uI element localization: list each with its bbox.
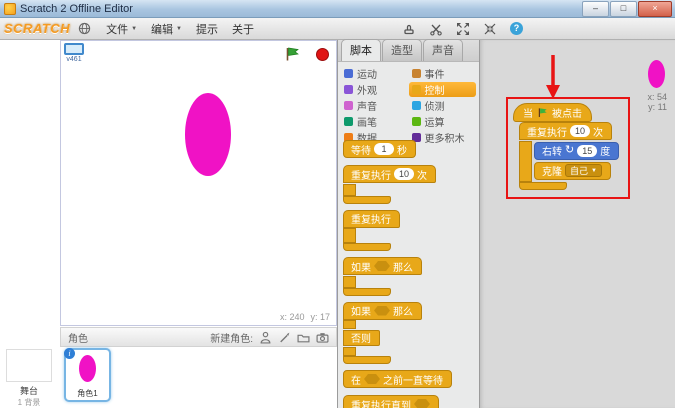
wait-value-input[interactable]: 1 (374, 143, 394, 155)
toolbar: ? (401, 21, 524, 36)
when-flag-clicked-block[interactable]: 当 被点击 (513, 103, 592, 122)
sprite-info-button[interactable]: i (64, 348, 75, 359)
scratch-logo: SCRATCH (4, 21, 70, 36)
category-motion[interactable]: 运动 (341, 66, 409, 81)
category-control[interactable]: 控制 (409, 82, 477, 97)
sprite-x-label: x: 54 (647, 92, 667, 102)
repeat-block[interactable]: 重复执行 10 次 (343, 165, 476, 204)
stage-thumbnail-image (6, 349, 52, 382)
menubar: SCRATCH 文件 ▼ 编辑 ▼ 提示 关于 (0, 18, 675, 40)
script-pane[interactable]: x: 54 y: 11 当 被点击 重复执行 10 (480, 40, 675, 408)
tab-bar: 脚本 造型 声音 (338, 40, 479, 62)
sprite-pane-header: 角色 新建角色: (60, 327, 337, 347)
sound-swatch-icon (344, 101, 353, 110)
tab-sounds[interactable]: 声音 (423, 39, 463, 61)
maximize-button[interactable]: □ (610, 1, 637, 17)
category-sensing[interactable]: 侦测 (409, 98, 477, 113)
menu-about[interactable]: 关于 (225, 19, 261, 39)
chevron-down-icon: ▼ (591, 168, 597, 174)
motion-swatch-icon (344, 69, 353, 78)
menu-file[interactable]: 文件 ▼ (99, 19, 144, 39)
condition-input[interactable] (414, 399, 430, 408)
mouse-position: x: 240 y: 17 (280, 312, 330, 322)
sprite-y-label: y: 11 (648, 102, 667, 112)
palette-panel: 脚本 造型 声音 运动 事件 外观 控制 声音 侦测 (337, 40, 480, 408)
category-looks[interactable]: 外观 (341, 82, 409, 97)
window-title: Scratch 2 Offline Editor (20, 3, 133, 15)
category-events[interactable]: 事件 (409, 66, 477, 81)
if-else-block[interactable]: 如果 那么 否则 (343, 302, 476, 365)
stage-thumbnail-title: 舞台 (0, 384, 58, 397)
sprites-header-label: 角色 (68, 330, 88, 345)
clone-block[interactable]: 克隆 自己 ▼ (534, 162, 611, 180)
chevron-down-icon: ▼ (131, 26, 137, 32)
annotation-arrow-icon (542, 54, 564, 100)
category-pen[interactable]: 画笔 (341, 114, 409, 129)
close-button[interactable]: × (638, 1, 672, 17)
new-sprite-label: 新建角色: (210, 330, 253, 345)
category-list: 运动 事件 外观 控制 声音 侦测 画笔 运算 (338, 62, 479, 147)
forever-block[interactable]: 重复执行 (343, 210, 476, 252)
green-flag-icon (537, 107, 548, 118)
shrink-tool-icon[interactable] (482, 21, 497, 36)
wait-until-block[interactable]: 在 之前一直等待 (343, 370, 452, 388)
category-operators[interactable]: 运算 (409, 114, 477, 129)
repeat-until-block[interactable]: 重复执行直到 (343, 395, 476, 408)
repeat-count-input[interactable]: 10 (570, 125, 590, 137)
events-swatch-icon (412, 69, 421, 78)
operators-swatch-icon (412, 117, 421, 126)
camera-sprite-icon[interactable] (316, 331, 329, 344)
tab-scripts[interactable]: 脚本 (341, 39, 381, 61)
condition-input[interactable] (374, 306, 390, 316)
upload-sprite-folder-icon[interactable] (297, 331, 310, 344)
minimize-button[interactable]: – (582, 1, 609, 17)
sprite-library-icon[interactable] (259, 331, 272, 344)
sprite-name: 角色1 (66, 388, 109, 399)
grow-tool-icon[interactable] (455, 21, 470, 36)
wait-block[interactable]: 等待 1 秒 (343, 140, 416, 158)
if-block[interactable]: 如果 那么 (343, 257, 476, 296)
category-sound[interactable]: 声音 (341, 98, 409, 113)
looks-swatch-icon (344, 85, 353, 94)
menu-tips[interactable]: 提示 (189, 19, 225, 39)
stage-thumbnail[interactable]: 舞台 1 背景 (0, 349, 58, 408)
sensing-swatch-icon (412, 101, 421, 110)
sprite-thumbnail-ellipse (79, 355, 96, 382)
pen-swatch-icon (344, 117, 353, 126)
repeat-count-input[interactable]: 10 (394, 168, 414, 180)
sprite-thumbnail[interactable]: i 角色1 (64, 348, 111, 402)
chevron-down-icon: ▼ (176, 26, 182, 32)
repeat-block[interactable]: 重复执行 10 次 右转 ↻ 15 度 (519, 122, 619, 190)
turn-clockwise-icon: ↻ (565, 145, 574, 156)
app-icon (4, 3, 16, 15)
condition-input[interactable] (364, 374, 380, 384)
version-icon (64, 43, 84, 55)
stage-sprite-ellipse[interactable] (185, 93, 231, 176)
delete-tool-icon[interactable] (428, 21, 443, 36)
stage-panel: v461 x: 240 y: 17 (60, 40, 337, 326)
menu-edit[interactable]: 编辑 ▼ (144, 19, 189, 39)
duplicate-tool-icon[interactable] (401, 21, 416, 36)
stop-button[interactable] (316, 48, 329, 61)
turn-degrees-input[interactable]: 15 (577, 145, 597, 157)
clone-target-dropdown[interactable]: 自己 ▼ (565, 164, 602, 177)
stage-thumbnail-subtitle: 1 背景 (0, 397, 58, 408)
block-palette: 等待 1 秒 重复执行 10 次 重复执行 如果 (343, 140, 476, 408)
sprite-preview-ellipse (648, 60, 665, 88)
script-stack: 当 被点击 重复执行 10 次 (513, 103, 619, 196)
block-help-icon[interactable]: ? (509, 21, 524, 36)
annotation-highlight-box: 当 被点击 重复执行 10 次 (506, 97, 630, 199)
paint-new-sprite-icon[interactable] (278, 331, 291, 344)
tab-costumes[interactable]: 造型 (382, 39, 422, 61)
condition-input[interactable] (374, 261, 390, 271)
version-badge: v461 (64, 43, 84, 63)
mouse-y-label: y: 17 (310, 312, 330, 322)
green-flag-button[interactable] (284, 46, 300, 62)
turn-right-block[interactable]: 右转 ↻ 15 度 (534, 142, 619, 160)
version-label: v461 (64, 56, 84, 63)
control-swatch-icon (412, 85, 421, 94)
titlebar: Scratch 2 Offline Editor – □ × (0, 0, 675, 18)
mouse-x-label: x: 240 (280, 312, 305, 322)
language-globe-icon[interactable] (78, 22, 91, 35)
